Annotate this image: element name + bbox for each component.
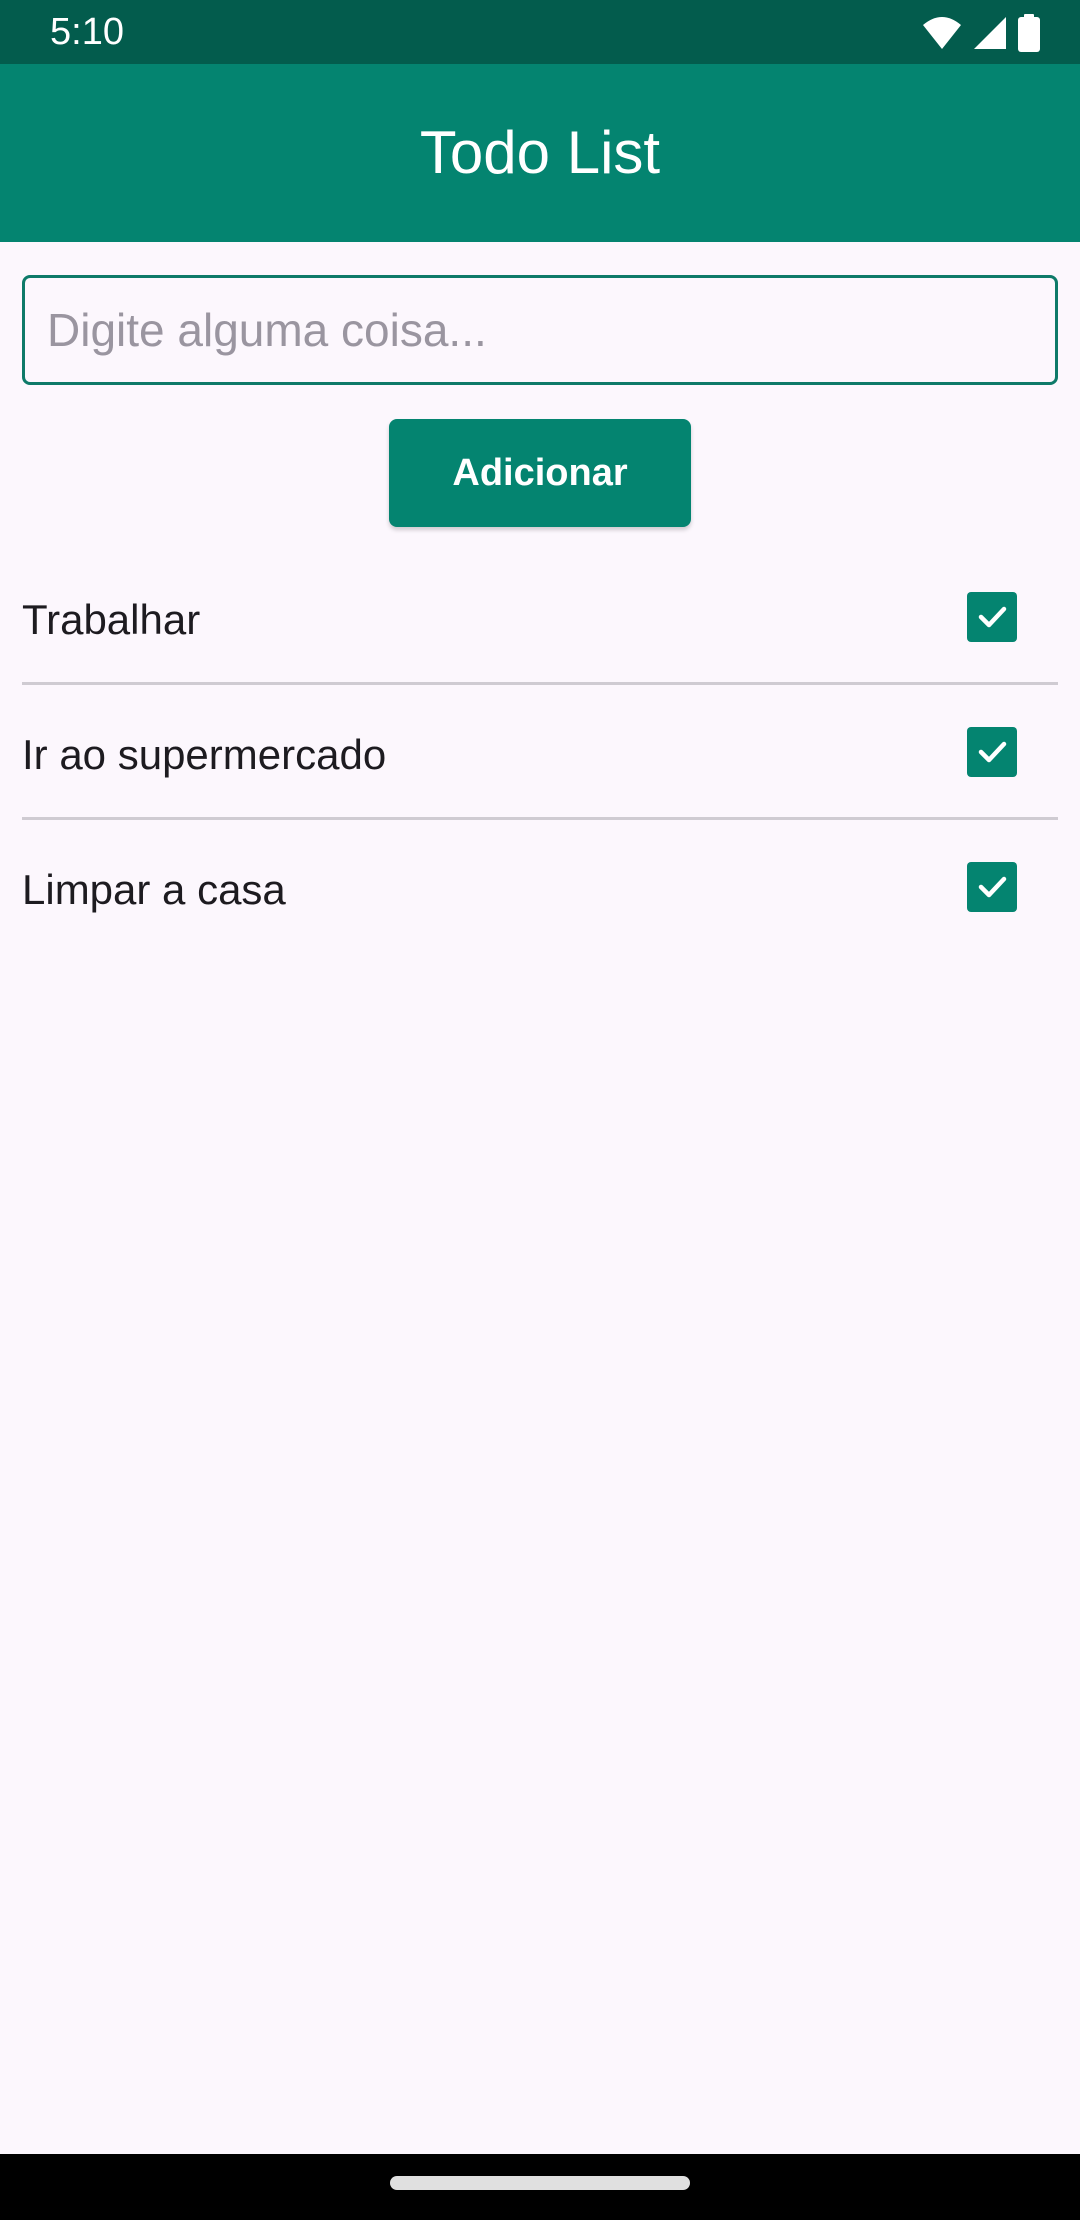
list-item: Limpar a casa <box>22 820 1058 955</box>
check-icon <box>978 876 1007 898</box>
add-button[interactable]: Adicionar <box>389 419 691 527</box>
battery-icon <box>1018 14 1040 52</box>
status-bar: 5:10 <box>0 0 1080 64</box>
list-item: Trabalhar <box>22 550 1058 685</box>
check-icon <box>978 741 1007 763</box>
todo-label: Ir ao supermercado <box>22 731 387 778</box>
check-icon <box>978 606 1007 628</box>
todo-input[interactable] <box>22 275 1058 385</box>
home-gesture-handle[interactable] <box>390 2176 690 2190</box>
todo-list: Trabalhar Ir ao supermercado Limpar a ca… <box>22 550 1058 955</box>
todo-checkbox[interactable] <box>967 592 1017 642</box>
status-time: 5:10 <box>50 11 124 53</box>
app-screen: 5:10 Todo List Adicionar <box>0 0 1080 2220</box>
app-bar: Todo List <box>0 64 1080 242</box>
todo-label: Limpar a casa <box>22 866 286 913</box>
status-icons <box>922 14 1040 52</box>
todo-checkbox[interactable] <box>967 727 1017 777</box>
signal-icon <box>972 15 1008 51</box>
list-item: Ir ao supermercado <box>22 685 1058 820</box>
page-title: Todo List <box>419 119 661 186</box>
wifi-icon <box>922 15 962 51</box>
navigation-bar <box>0 2154 1080 2220</box>
todo-label: Trabalhar <box>22 596 201 643</box>
todo-checkbox[interactable] <box>967 862 1017 912</box>
